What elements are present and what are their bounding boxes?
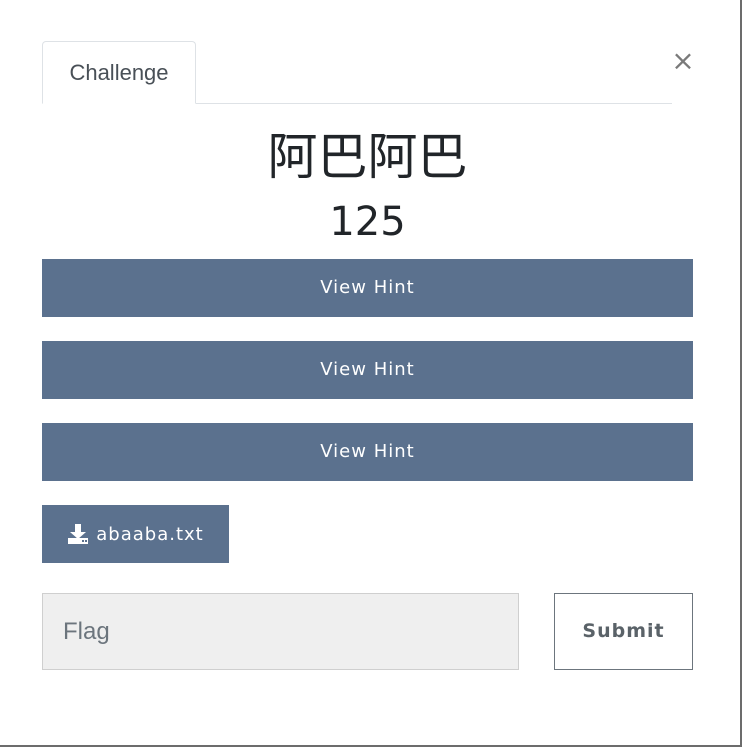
challenge-title: 阿巴阿巴 bbox=[267, 128, 468, 186]
download-file-button[interactable]: abaaba.txt bbox=[42, 505, 229, 563]
challenge-value: 125 bbox=[329, 199, 406, 245]
file-name: abaaba.txt bbox=[96, 523, 204, 545]
view-hint-button-2[interactable]: View Hint bbox=[42, 341, 693, 399]
tab-challenge[interactable]: Challenge bbox=[42, 41, 196, 104]
challenge-modal: × Challenge 阿巴阿巴 125 View Hint View Hint… bbox=[0, 0, 742, 747]
flag-input[interactable] bbox=[42, 593, 519, 670]
submit-button[interactable]: Submit bbox=[554, 593, 693, 670]
close-icon[interactable]: × bbox=[671, 44, 694, 77]
close-button[interactable]: × bbox=[668, 44, 698, 78]
view-hint-button-3[interactable]: View Hint bbox=[42, 423, 693, 481]
view-hint-button-1[interactable]: View Hint bbox=[42, 259, 693, 317]
download-icon bbox=[67, 523, 89, 545]
